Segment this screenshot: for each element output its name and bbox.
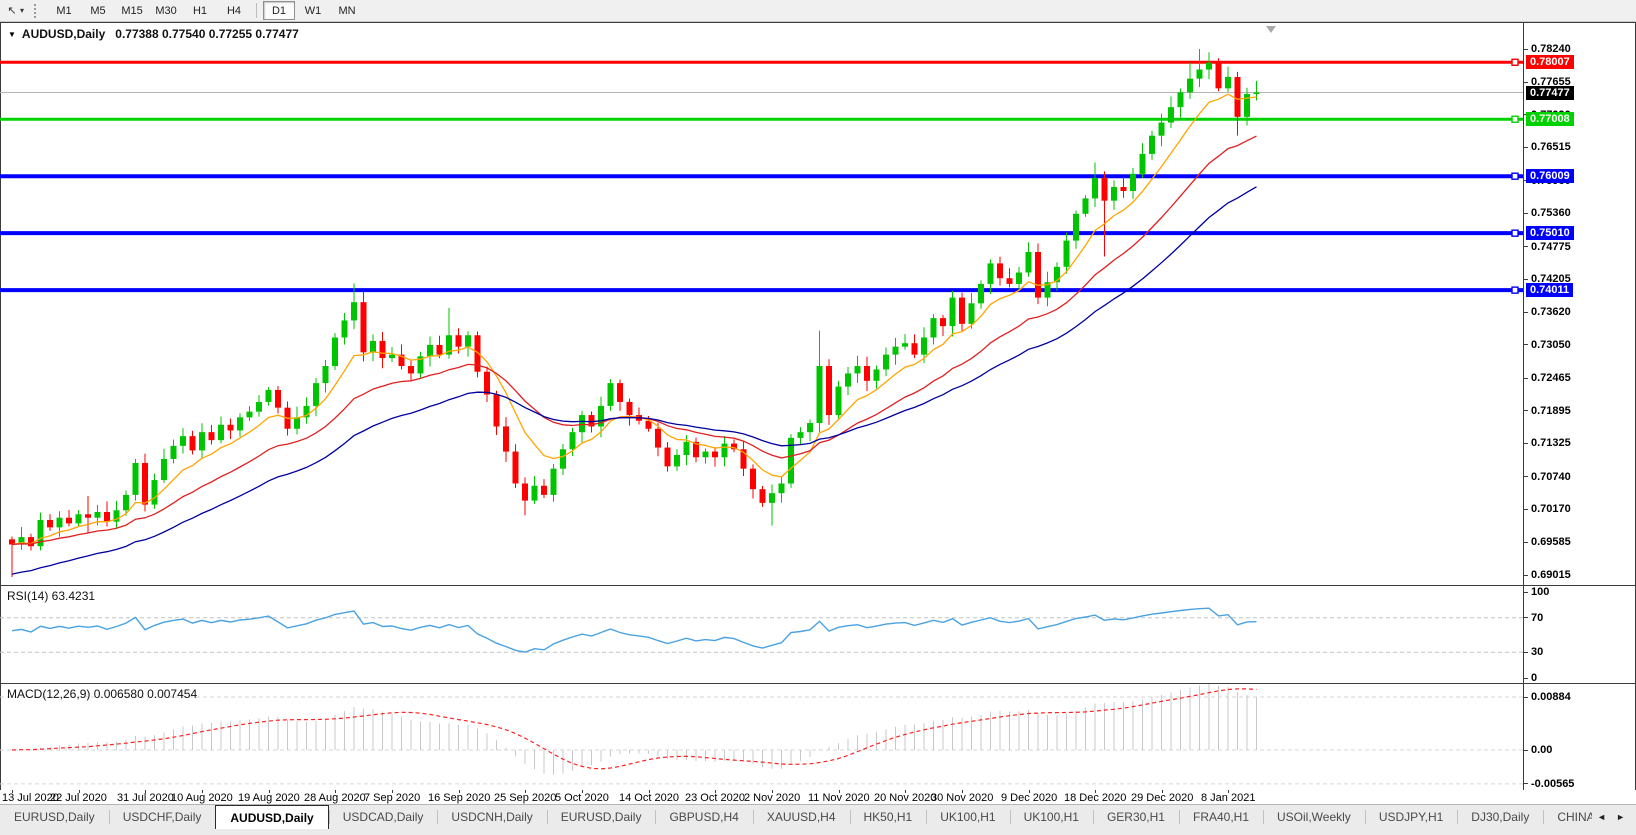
timeframe-button-m1[interactable]: M1	[48, 1, 80, 20]
date-tick-label: 16 Sep 2020	[428, 792, 490, 804]
timeframe-button-m5[interactable]: M5	[82, 1, 114, 20]
price-tick-label: 0.71325	[1531, 437, 1571, 449]
toolbar-separator	[256, 3, 257, 18]
date-tick-label: 29 Dec 2020	[1131, 792, 1193, 804]
price-tick-label: 0.72465	[1531, 372, 1571, 384]
price-tick-label: 0.76515	[1531, 141, 1571, 153]
price-tick-label: 0.78240	[1531, 43, 1571, 55]
level-price-tag: 0.74011	[1526, 283, 1573, 297]
timeframe-button-m30[interactable]: M30	[150, 1, 182, 20]
symbol-tab-china300-h1[interactable]: CHINA300,H1	[1543, 805, 1592, 829]
date-tick-label: 25 Sep 2020	[494, 792, 556, 804]
price-axis-border	[1523, 22, 1524, 790]
fast-ma-line	[12, 94, 1257, 544]
chart-title: ▼ AUDUSD,Daily 0.77388 0.77540 0.77255 0…	[8, 27, 299, 41]
date-tick-label: 20 Nov 2020	[874, 792, 936, 804]
toolbar-grip[interactable]	[34, 4, 39, 18]
level-price-tag: 0.78007	[1526, 55, 1574, 69]
date-tick-label: 11 Nov 2020	[808, 792, 870, 804]
date-tick-label: 19 Aug 2020	[238, 792, 300, 804]
rsi-label: RSI(14) 63.4231	[7, 589, 95, 603]
rsi-tick-label: 0	[1531, 672, 1537, 684]
symbol-tab-usdcad-daily[interactable]: USDCAD,Daily	[329, 805, 438, 829]
date-tick-label: 5 Oct 2020	[555, 792, 609, 804]
rsi-tick-label: 30	[1531, 646, 1543, 658]
date-tick-label: 22 Jul 2020	[50, 792, 107, 804]
symbol-tab-gbpusd-h4[interactable]: GBPUSD,H4	[655, 805, 752, 829]
date-tick-label: 10 Aug 2020	[171, 792, 233, 804]
level-price-tag: 0.75010	[1526, 226, 1574, 240]
rsi-tick-label: 70	[1531, 612, 1543, 624]
symbol-tabbar: EURUSD,DailyUSDCHF,DailyAUDUSD,DailyUSDC…	[0, 804, 1636, 835]
symbol-tab-usoil-weekly[interactable]: USOil,Weekly	[1263, 805, 1365, 829]
macd-tick-label: 0.00884	[1531, 691, 1571, 703]
macd-label: MACD(12,26,9) 0.006580 0.007454	[7, 687, 197, 701]
symbol-tab-hk50-h1[interactable]: HK50,H1	[850, 805, 927, 829]
symbol-tab-usdchf-daily[interactable]: USDCHF,Daily	[109, 805, 216, 829]
date-tick-label: 14 Oct 2020	[619, 792, 679, 804]
timeframe-button-w1[interactable]: W1	[297, 1, 329, 20]
price-tick-label: 0.73620	[1531, 306, 1571, 318]
symbol-tabs: EURUSD,DailyUSDCHF,DailyAUDUSD,DailyUSDC…	[0, 805, 1592, 829]
dropdown-caret-icon[interactable]: ▾	[20, 6, 24, 15]
timeframe-button-m15[interactable]: M15	[116, 1, 148, 20]
macd-tick-label: 0.00	[1531, 744, 1552, 756]
mt4-chart-window: ↖ ▾ M1M5M15M30H1H4 D1W1MN ▼ AUDUSD,Daily …	[0, 0, 1636, 835]
symbol-tab-usdjpy-h1[interactable]: USDJPY,H1	[1365, 805, 1457, 829]
rsi-tick-label: 100	[1531, 586, 1549, 598]
symbol-tab-usdcnh-daily[interactable]: USDCNH,Daily	[437, 805, 546, 829]
level-price-tag: 0.76009	[1526, 169, 1574, 183]
price-tick-label: 0.69585	[1531, 536, 1571, 548]
date-tick-label: 30 Nov 2020	[931, 792, 993, 804]
symbol-tab-fra40-h1[interactable]: FRA40,H1	[1179, 805, 1263, 829]
macd-tick-label: -0.00565	[1531, 778, 1574, 790]
date-tick-label: 23 Oct 2020	[685, 792, 745, 804]
price-tick-label: 0.70740	[1531, 471, 1571, 483]
level-price-tag: 0.77008	[1526, 112, 1574, 126]
date-tick-label: 2 Nov 2020	[744, 792, 800, 804]
price-tick-label: 0.71895	[1531, 405, 1571, 417]
symbol-tab-dj30-daily[interactable]: DJ30,Daily	[1457, 805, 1543, 829]
price-tick-label: 0.75360	[1531, 207, 1571, 219]
price-tick-label: 0.74775	[1531, 241, 1571, 253]
mid-ma-line	[12, 136, 1257, 544]
timeframe-toolbar: ↖ ▾ M1M5M15M30H1H4 D1W1MN	[0, 0, 1636, 22]
price-tick-label: 0.73050	[1531, 339, 1571, 351]
tab-scroll-controls: ◄ ►	[1592, 805, 1630, 829]
chart-shift-marker[interactable]	[1266, 26, 1276, 33]
collapse-triangle-icon[interactable]: ▼	[8, 30, 16, 39]
date-tick-label: 9 Dec 2020	[1001, 792, 1057, 804]
symbol-tab-uk100-h1[interactable]: UK100,H1	[926, 805, 1009, 829]
symbol-tab-uk100-h1[interactable]: UK100,H1	[1010, 805, 1093, 829]
date-tick-label: 7 Sep 2020	[364, 792, 420, 804]
date-tick-label: 31 Jul 2020	[117, 792, 174, 804]
candlestick-chart-canvas[interactable]	[0, 22, 1636, 584]
rsi-chart-canvas[interactable]	[0, 585, 1636, 682]
date-tick-label: 28 Aug 2020	[304, 792, 366, 804]
chart-ohlc-values: 0.77388 0.77540 0.77255 0.77477	[115, 27, 299, 41]
symbol-tab-ger30-h1[interactable]: GER30,H1	[1093, 805, 1179, 829]
tab-scroll-right-icon[interactable]: ►	[1611, 812, 1630, 822]
cursor-tool-icon[interactable]: ↖	[4, 3, 20, 19]
symbol-tab-xauusd-h4[interactable]: XAUUSD,H4	[753, 805, 850, 829]
price-tick-label: 0.70170	[1531, 503, 1571, 515]
chart-symbol-label: AUDUSD,Daily	[22, 27, 105, 41]
timeframe-button-h1[interactable]: H1	[184, 1, 216, 20]
macd-chart-canvas[interactable]	[0, 683, 1636, 789]
slow-ma-line	[12, 187, 1257, 574]
timeframe-button-mn[interactable]: MN	[331, 1, 363, 20]
symbol-tab-eurusd-daily[interactable]: EURUSD,Daily	[0, 805, 109, 829]
price-tick-label: 0.69015	[1531, 569, 1571, 581]
tab-scroll-left-icon[interactable]: ◄	[1592, 812, 1611, 822]
timeframe-button-h4[interactable]: H4	[218, 1, 250, 20]
date-tick-label: 18 Dec 2020	[1064, 792, 1126, 804]
date-tick-label: 8 Jan 2021	[1201, 792, 1255, 804]
timeframe-button-d1[interactable]: D1	[263, 1, 295, 20]
symbol-tab-audusd-daily[interactable]: AUDUSD,Daily	[215, 805, 328, 829]
current-price-tag: 0.77477	[1526, 86, 1574, 100]
symbol-tab-eurusd-daily[interactable]: EURUSD,Daily	[547, 805, 656, 829]
